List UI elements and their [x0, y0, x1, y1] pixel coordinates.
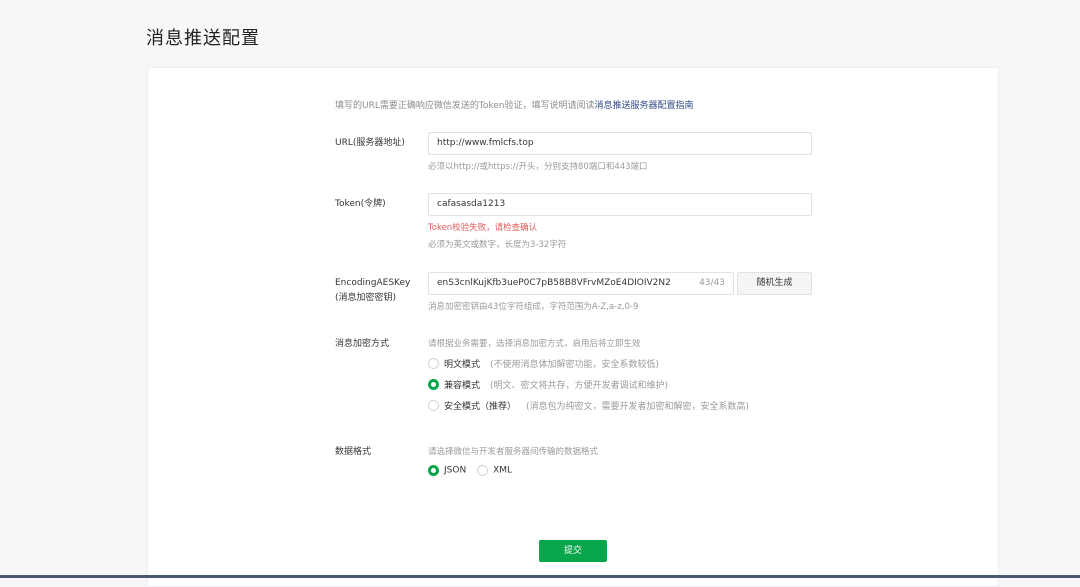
format-option-xml[interactable]: XML — [477, 465, 513, 476]
radio-icon[interactable] — [477, 465, 489, 476]
encryption-option-label: 兼容模式 — [444, 381, 481, 391]
format-option-label: XML — [493, 465, 513, 476]
aes-key-value: enS3cnlKujKfb3ueP0C7pB58B8VFrvMZoE4DIOIV… — [437, 278, 671, 288]
aes-label-line2: (消息加密密钥) — [335, 293, 397, 303]
format-option-label: JSON — [444, 465, 467, 476]
encryption-option-desc: (消息包为纯密文，需要开发者加密和解密，安全系数高) — [526, 402, 750, 412]
config-guide-link[interactable]: 消息推送服务器配置指南 — [594, 101, 693, 111]
aes-label-line1: EncodingAESKey — [335, 278, 411, 288]
aes-key-counter: 43/43 — [699, 278, 725, 288]
encryption-option-compatible[interactable]: 兼容模式 (明文、密文将共存，方便开发者调试和维护) — [428, 378, 668, 391]
encryption-option-desc: (明文、密文将共存，方便开发者调试和维护) — [490, 381, 669, 391]
aes-hint: 消息加密密钥由43位字符组成，字符范围为A-Z,a-z,0-9 — [428, 302, 639, 312]
url-label: URL(服务器地址) — [335, 138, 405, 148]
radio-checked-icon[interactable] — [428, 465, 439, 476]
url-hint: 必须以http://或https://开头，分别支持80端口和443端口 — [428, 162, 648, 172]
aes-label: EncodingAESKey (消息加密密钥) — [335, 276, 410, 306]
format-hint: 请选择微信与开发者服务器间传输的数据格式 — [428, 447, 599, 457]
aes-key-input[interactable]: enS3cnlKujKfb3ueP0C7pB58B8VFrvMZoE4DIOIV… — [428, 272, 734, 295]
token-label: Token(令牌) — [335, 199, 386, 209]
encryption-option-plain[interactable]: 明文模式 (不使用消息体加解密功能，安全系数较低) — [428, 357, 659, 370]
encryption-option-label: 明文模式 — [444, 360, 481, 370]
radio-icon[interactable] — [428, 400, 439, 411]
url-input[interactable]: http://www.fmlcfs.top — [428, 132, 812, 155]
radio-checked-icon[interactable] — [428, 379, 439, 390]
page-title: 消息推送配置 — [146, 28, 260, 49]
format-options: JSON XML — [428, 465, 512, 476]
format-label: 数据格式 — [335, 447, 372, 457]
encryption-option-label: 安全模式（推荐） — [444, 402, 517, 412]
intro-text: 填写的URL需要正确响应微信发送的Token验证，填写说明请阅读消息推送服务器配… — [335, 98, 693, 111]
radio-icon[interactable] — [428, 358, 439, 369]
encryption-hint: 请根据业务需要，选择消息加密方式，启用后将立即生效 — [428, 339, 641, 349]
token-hint: 必须为英文或数字，长度为3-32字符 — [428, 240, 567, 250]
generate-key-button[interactable]: 随机生成 — [737, 272, 812, 295]
token-input[interactable]: cafasasda1213 — [428, 193, 812, 216]
format-option-json[interactable]: JSON — [428, 465, 467, 476]
token-error: Token校验失败，请检查确认 — [428, 223, 538, 233]
intro-text-body: 填写的URL需要正确响应微信发送的Token验证，填写说明请阅读 — [335, 101, 595, 111]
encryption-label: 消息加密方式 — [335, 339, 390, 349]
encryption-option-secure[interactable]: 安全模式（推荐） (消息包为纯密文，需要开发者加密和解密，安全系数高) — [428, 399, 749, 412]
encryption-option-desc: (不使用消息体加解密功能，安全系数较低) — [490, 360, 660, 370]
submit-button[interactable]: 提交 — [539, 540, 607, 562]
